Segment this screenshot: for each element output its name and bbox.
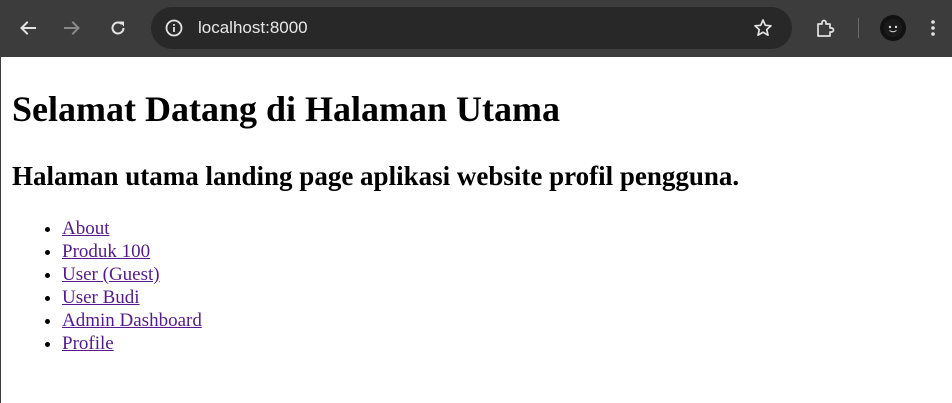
profile-button[interactable] xyxy=(880,15,906,41)
reload-icon xyxy=(111,21,125,35)
list-item: Produk 100 xyxy=(62,240,202,263)
star-outline-icon xyxy=(754,19,772,37)
link-admin-dashboard[interactable]: Admin Dashboard xyxy=(62,310,202,331)
toolbar-divider xyxy=(858,18,859,38)
list-item: Admin Dashboard xyxy=(62,309,202,332)
reload-button[interactable] xyxy=(104,14,132,42)
link-user-guest[interactable]: User (Guest) xyxy=(62,264,160,285)
extensions-button[interactable] xyxy=(811,14,839,42)
page-title: Selamat Datang di Halaman Utama xyxy=(12,89,560,129)
arrow-left-icon xyxy=(20,21,36,35)
link-user-budi[interactable]: User Budi xyxy=(62,287,140,308)
puzzle-icon xyxy=(817,19,835,37)
info-circle-icon xyxy=(165,19,183,37)
bookmark-button[interactable] xyxy=(749,14,777,42)
link-about[interactable]: About xyxy=(62,218,110,239)
list-item: Profile xyxy=(62,332,202,355)
page-subtitle: Halaman utama landing page aplikasi webs… xyxy=(12,161,740,191)
three-dots-vertical-icon xyxy=(931,20,935,36)
link-profile[interactable]: Profile xyxy=(62,333,114,354)
browser-menu-button[interactable] xyxy=(921,14,945,42)
forward-button[interactable] xyxy=(58,14,86,42)
list-item: User (Guest) xyxy=(62,263,202,286)
address-bar[interactable]: localhost:8000 xyxy=(151,7,792,49)
page-viewport: Selamat Datang di Halaman Utama Halaman … xyxy=(0,57,952,403)
list-item: About xyxy=(62,217,202,240)
site-info-button[interactable] xyxy=(160,14,188,42)
link-produk-100[interactable]: Produk 100 xyxy=(62,241,150,262)
url-text[interactable]: localhost:8000 xyxy=(198,18,308,38)
browser-toolbar: localhost:8000 xyxy=(0,0,952,57)
nav-link-list: About Produk 100 User (Guest) User Budi … xyxy=(22,217,202,355)
avatar-icon xyxy=(884,19,902,37)
back-button[interactable] xyxy=(14,14,42,42)
arrow-right-icon xyxy=(64,21,80,35)
list-item: User Budi xyxy=(62,286,202,309)
